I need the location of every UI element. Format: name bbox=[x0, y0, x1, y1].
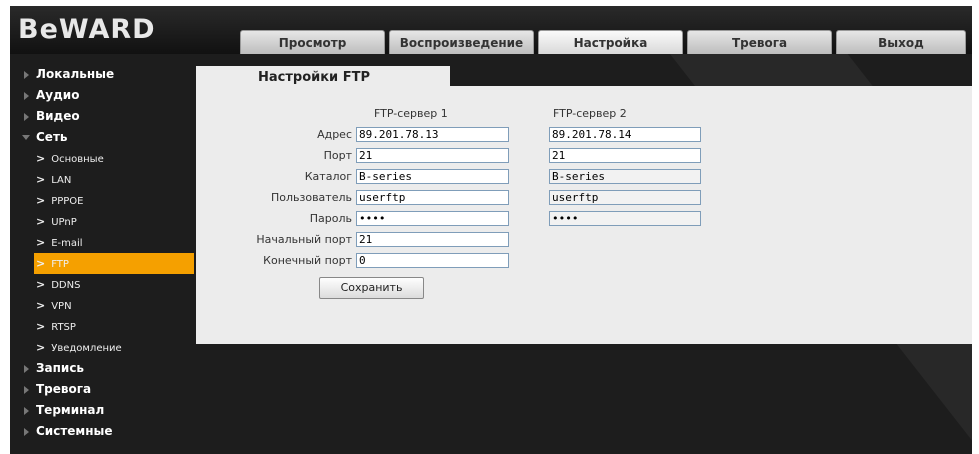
tab-alarm[interactable]: Тревога bbox=[687, 30, 832, 54]
chevron-right-icon: > bbox=[36, 320, 46, 333]
chevron-right-icon: > bbox=[36, 194, 46, 207]
sidebar-sub-vpn[interactable]: > VPN bbox=[10, 295, 198, 316]
password-input-server-1[interactable]: •••• bbox=[356, 211, 509, 226]
chevron-right-icon: > bbox=[36, 152, 46, 165]
label-password: Пароль bbox=[309, 212, 352, 225]
address-input-server-2[interactable]: 89.201.78.14 bbox=[549, 127, 701, 142]
section-title: Настройки FTP bbox=[196, 66, 450, 88]
port-input-server-1[interactable]: 21 bbox=[356, 148, 509, 163]
tab-exit[interactable]: Выход bbox=[836, 30, 966, 54]
sidebar-sub-email[interactable]: > E-mail bbox=[10, 232, 198, 253]
camera-web-ui: BeWARD Просмотр Воспроизведение Настройк… bbox=[10, 6, 972, 454]
sidebar-sub-ddns[interactable]: > DDNS bbox=[10, 274, 198, 295]
sidebar-sub-upnp[interactable]: > UPnP bbox=[10, 211, 198, 232]
sidebar-sub-ftp[interactable]: > FTP bbox=[34, 253, 194, 274]
sidebar-item-alarm[interactable]: Тревога bbox=[10, 379, 198, 400]
sidebar-sub-rtsp[interactable]: > RTSP bbox=[10, 316, 198, 337]
user-input-server-1[interactable]: userftp bbox=[356, 190, 509, 205]
save-button[interactable]: Сохранить bbox=[319, 277, 424, 299]
address-input-server-1[interactable]: 89.201.78.13 bbox=[356, 127, 509, 142]
tab-view[interactable]: Просмотр bbox=[240, 30, 385, 54]
sidebar-item-local[interactable]: Локальные bbox=[10, 64, 198, 85]
sidebar-item-video[interactable]: Видео bbox=[10, 106, 198, 127]
chevron-right-icon: > bbox=[36, 173, 46, 186]
password-input-server-2[interactable]: •••• bbox=[549, 211, 701, 226]
tab-playback[interactable]: Воспроизведение bbox=[389, 30, 534, 54]
sidebar-item-terminal[interactable]: Терминал bbox=[10, 400, 198, 421]
collapse-triangle-icon bbox=[22, 135, 30, 140]
sidebar-sub-basic[interactable]: > Основные bbox=[10, 148, 198, 169]
expand-triangle-icon bbox=[24, 407, 29, 415]
beward-logo: BeWARD bbox=[18, 14, 156, 45]
expand-triangle-icon bbox=[24, 428, 29, 436]
label-catalog: Каталог bbox=[304, 170, 352, 183]
chevron-right-icon: > bbox=[36, 341, 46, 354]
label-address: Адрес bbox=[317, 128, 352, 141]
end-port-input[interactable]: 0 bbox=[356, 253, 509, 268]
sidebar-menu: Локальные Аудио Видео Сеть > Основные > LA… bbox=[10, 64, 198, 442]
port-input-server-2[interactable]: 21 bbox=[549, 148, 701, 163]
expand-triangle-icon bbox=[24, 92, 29, 100]
label-user: Пользователь bbox=[270, 191, 352, 204]
sidebar-item-record[interactable]: Запись bbox=[10, 358, 198, 379]
start-port-input[interactable]: 21 bbox=[356, 232, 509, 247]
chevron-right-icon: > bbox=[36, 257, 46, 270]
expand-triangle-icon bbox=[24, 113, 29, 121]
label-start-port: Начальный порт bbox=[256, 233, 352, 246]
label-port: Порт bbox=[323, 149, 352, 162]
chevron-right-icon: > bbox=[36, 215, 46, 228]
header-bar: BeWARD Просмотр Воспроизведение Настройк… bbox=[10, 6, 972, 54]
label-end-port: Конечный порт bbox=[263, 254, 352, 267]
sidebar-item-system[interactable]: Системные bbox=[10, 421, 198, 442]
catalog-input-server-1[interactable]: B-series bbox=[356, 169, 509, 184]
sidebar-item-audio[interactable]: Аудио bbox=[10, 85, 198, 106]
tab-settings[interactable]: Настройка bbox=[538, 30, 683, 54]
user-input-server-2[interactable]: userftp bbox=[549, 190, 701, 205]
column-header-server-2: FTP-сервер 2 bbox=[553, 107, 627, 120]
catalog-input-server-2[interactable]: B-series bbox=[549, 169, 701, 184]
expand-triangle-icon bbox=[24, 365, 29, 373]
sidebar-sub-notification[interactable]: > Уведомление bbox=[10, 337, 198, 358]
sidebar-item-network[interactable]: Сеть bbox=[10, 127, 198, 148]
chevron-right-icon: > bbox=[36, 299, 46, 312]
chevron-right-icon: > bbox=[36, 236, 46, 249]
expand-triangle-icon bbox=[24, 386, 29, 394]
sidebar-sub-lan[interactable]: > LAN bbox=[10, 169, 198, 190]
expand-triangle-icon bbox=[24, 71, 29, 79]
chevron-right-icon: > bbox=[36, 278, 46, 291]
sidebar-sub-pppoe[interactable]: > PPPOE bbox=[10, 190, 198, 211]
column-header-server-1: FTP-сервер 1 bbox=[374, 107, 448, 120]
main-tabs: Просмотр Воспроизведение Настройка Трево… bbox=[240, 30, 966, 54]
